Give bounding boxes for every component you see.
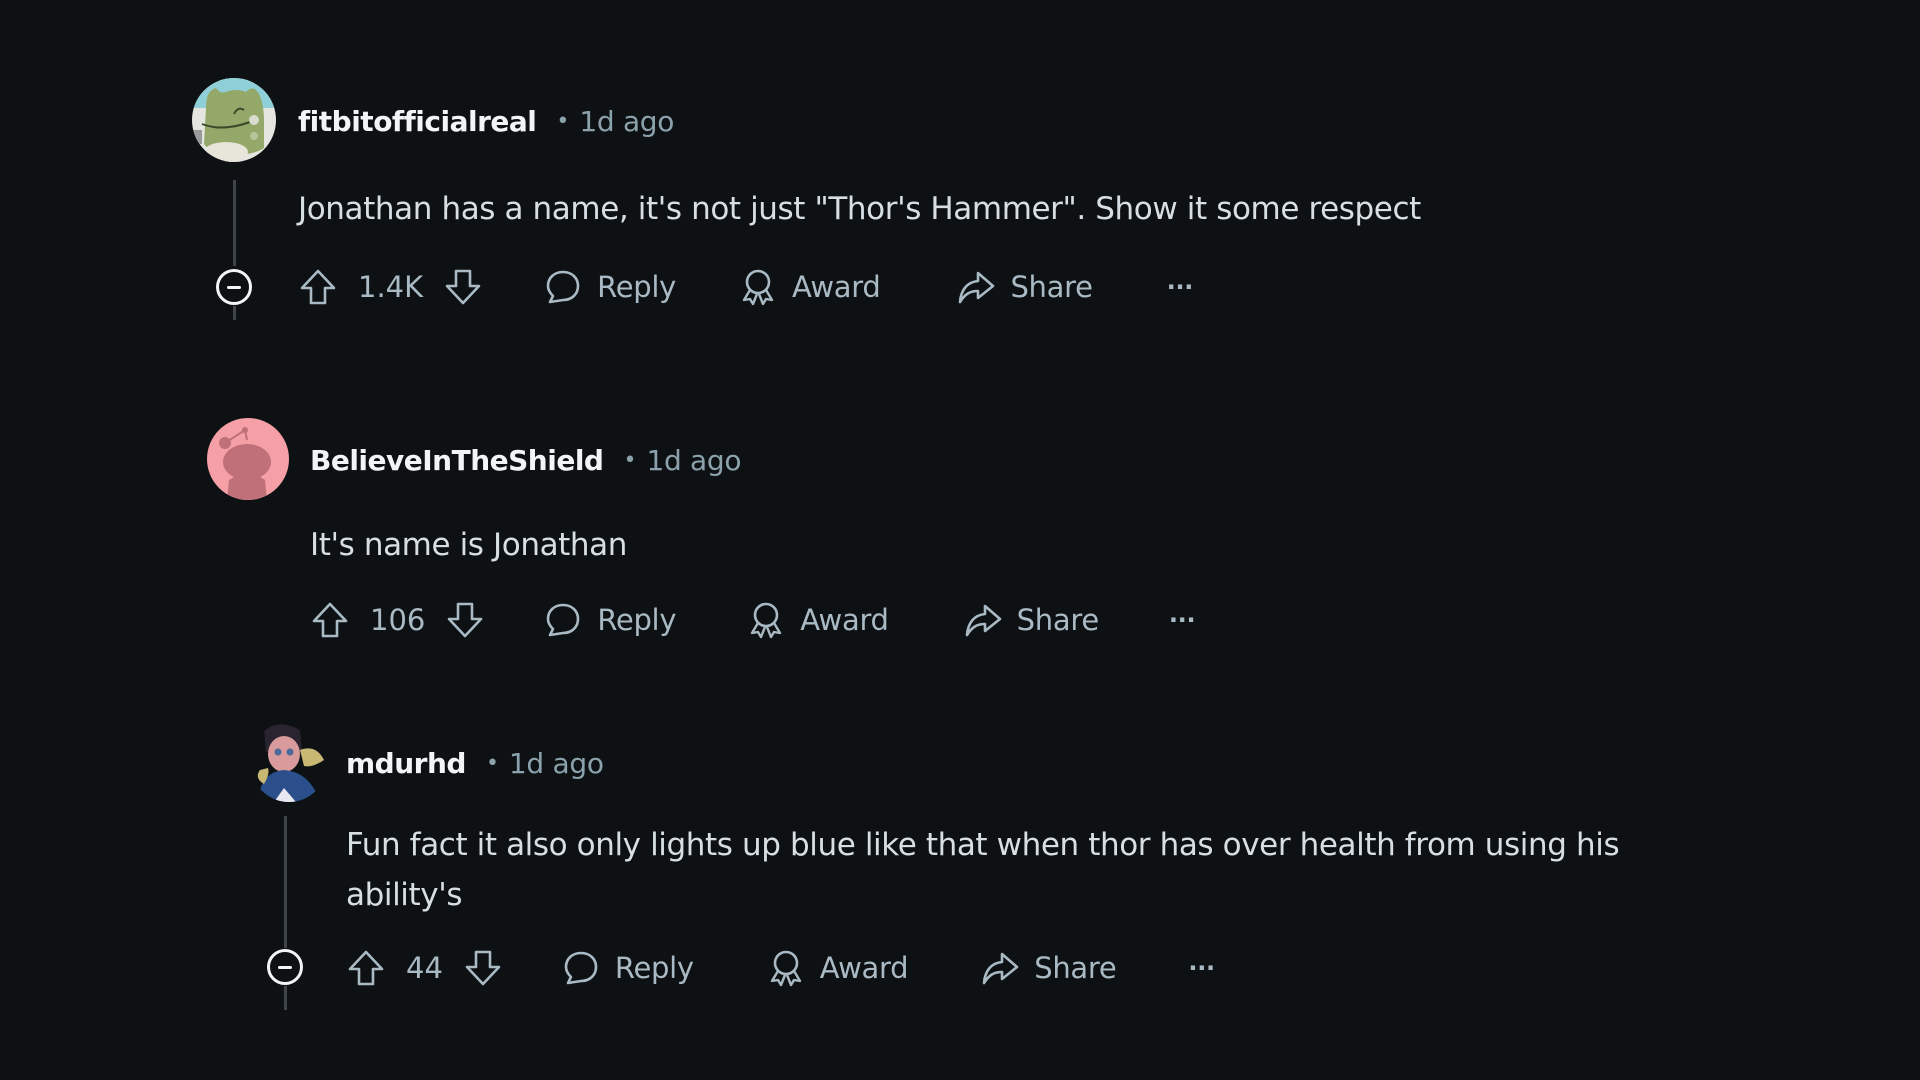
reply-button[interactable]: Reply <box>543 267 676 307</box>
comment-body: Fun fact it also only lights up blue lik… <box>346 820 1620 920</box>
upvote-arrow-icon <box>300 269 336 305</box>
award-button[interactable]: Award <box>766 948 909 988</box>
thread-line[interactable] <box>284 986 287 1010</box>
comment-header: mdurhd • 1d ago <box>346 743 604 783</box>
comment-actions: 1.4K Reply Award Share ··· <box>298 263 1193 311</box>
award-ribbon-icon <box>742 269 774 306</box>
downvote-button[interactable] <box>443 267 483 307</box>
username[interactable]: fitbitofficialreal <box>298 105 537 138</box>
downvote-button[interactable] <box>445 600 485 640</box>
share-button[interactable]: Share <box>956 267 1093 307</box>
speech-bubble-icon <box>547 603 580 637</box>
share-label: Share <box>1034 951 1117 985</box>
anime-character-avatar-icon <box>250 722 328 802</box>
share-arrow-icon <box>982 952 1019 985</box>
speech-bubble-icon <box>564 951 598 985</box>
comment-body: Jonathan has a name, it's not just "Thor… <box>298 184 1421 234</box>
ellipsis-icon: ··· <box>1188 954 1215 982</box>
minus-icon <box>278 965 292 969</box>
username[interactable]: mdurhd <box>346 747 466 780</box>
share-arrow-icon <box>959 271 995 304</box>
share-button[interactable]: Share <box>963 600 1099 640</box>
ellipsis-icon: ··· <box>1166 273 1194 301</box>
comment-body-line: ability's <box>346 877 463 913</box>
more-options-button[interactable]: ··· <box>1168 606 1196 634</box>
collapse-thread-button[interactable] <box>216 269 252 305</box>
more-options-button[interactable]: ··· <box>1188 954 1215 982</box>
collapse-thread-button[interactable] <box>267 949 303 985</box>
vote-score: 106 <box>370 603 426 637</box>
share-arrow-icon <box>965 604 1001 637</box>
upvote-button[interactable] <box>346 948 386 988</box>
share-button[interactable]: Share <box>980 948 1117 988</box>
comment-header: fitbitofficialreal • 1d ago <box>298 101 674 141</box>
comment-body-line: It's name is Jonathan <box>310 527 628 563</box>
thread-line[interactable] <box>233 180 236 266</box>
downvote-arrow-icon <box>448 602 483 638</box>
thread-line[interactable] <box>233 306 236 320</box>
minus-icon <box>227 285 241 289</box>
frog-avatar-icon <box>192 78 276 162</box>
award-ribbon-icon <box>750 602 782 639</box>
upvote-button[interactable] <box>298 267 338 307</box>
timestamp[interactable]: 1d ago <box>509 747 604 780</box>
reply-label: Reply <box>597 603 677 637</box>
username[interactable]: BelieveInTheShield <box>310 444 604 477</box>
separator-dot: • <box>485 750 499 776</box>
share-label: Share <box>1016 603 1099 637</box>
reply-button[interactable]: Reply <box>561 948 694 988</box>
comment-actions: 106 Reply Award Share ··· <box>310 596 1196 644</box>
award-button[interactable]: Award <box>746 600 889 640</box>
ellipsis-icon: ··· <box>1168 606 1196 634</box>
award-label: Award <box>800 603 889 637</box>
vote-score: 44 <box>406 951 443 985</box>
avatar[interactable] <box>250 722 328 802</box>
award-button[interactable]: Award <box>738 267 881 307</box>
upvote-button[interactable] <box>310 600 350 640</box>
reply-label: Reply <box>614 951 694 985</box>
share-label: Share <box>1010 270 1093 304</box>
downvote-arrow-icon <box>445 269 481 305</box>
award-ribbon-icon <box>770 950 801 987</box>
vote-score: 1.4K <box>358 270 424 304</box>
reply-button[interactable]: Reply <box>543 600 676 640</box>
award-label: Award <box>791 270 881 304</box>
thread-line[interactable] <box>284 816 287 948</box>
upvote-arrow-icon <box>348 950 384 986</box>
snoo-avatar-icon <box>207 418 289 500</box>
timestamp[interactable]: 1d ago <box>579 105 674 138</box>
avatar[interactable] <box>192 78 276 162</box>
avatar[interactable] <box>207 418 289 500</box>
downvote-button[interactable] <box>463 948 503 988</box>
separator-dot: • <box>556 108 570 134</box>
award-label: Award <box>819 951 909 985</box>
upvote-arrow-icon <box>312 602 348 638</box>
comment-body-line: Fun fact it also only lights up blue lik… <box>346 827 1620 863</box>
separator-dot: • <box>623 447 637 473</box>
reply-label: Reply <box>597 270 676 304</box>
comment-body: It's name is Jonathan <box>310 520 627 570</box>
timestamp[interactable]: 1d ago <box>646 444 741 477</box>
more-options-button[interactable]: ··· <box>1166 273 1194 301</box>
speech-bubble-icon <box>546 270 580 304</box>
comment-header: BelieveInTheShield • 1d ago <box>310 440 742 480</box>
downvote-arrow-icon <box>465 950 501 986</box>
comment-actions: 44 Reply Award Share ··· <box>346 944 1215 992</box>
comment-body-line: Jonathan has a name, it's not just "Thor… <box>298 191 1421 227</box>
